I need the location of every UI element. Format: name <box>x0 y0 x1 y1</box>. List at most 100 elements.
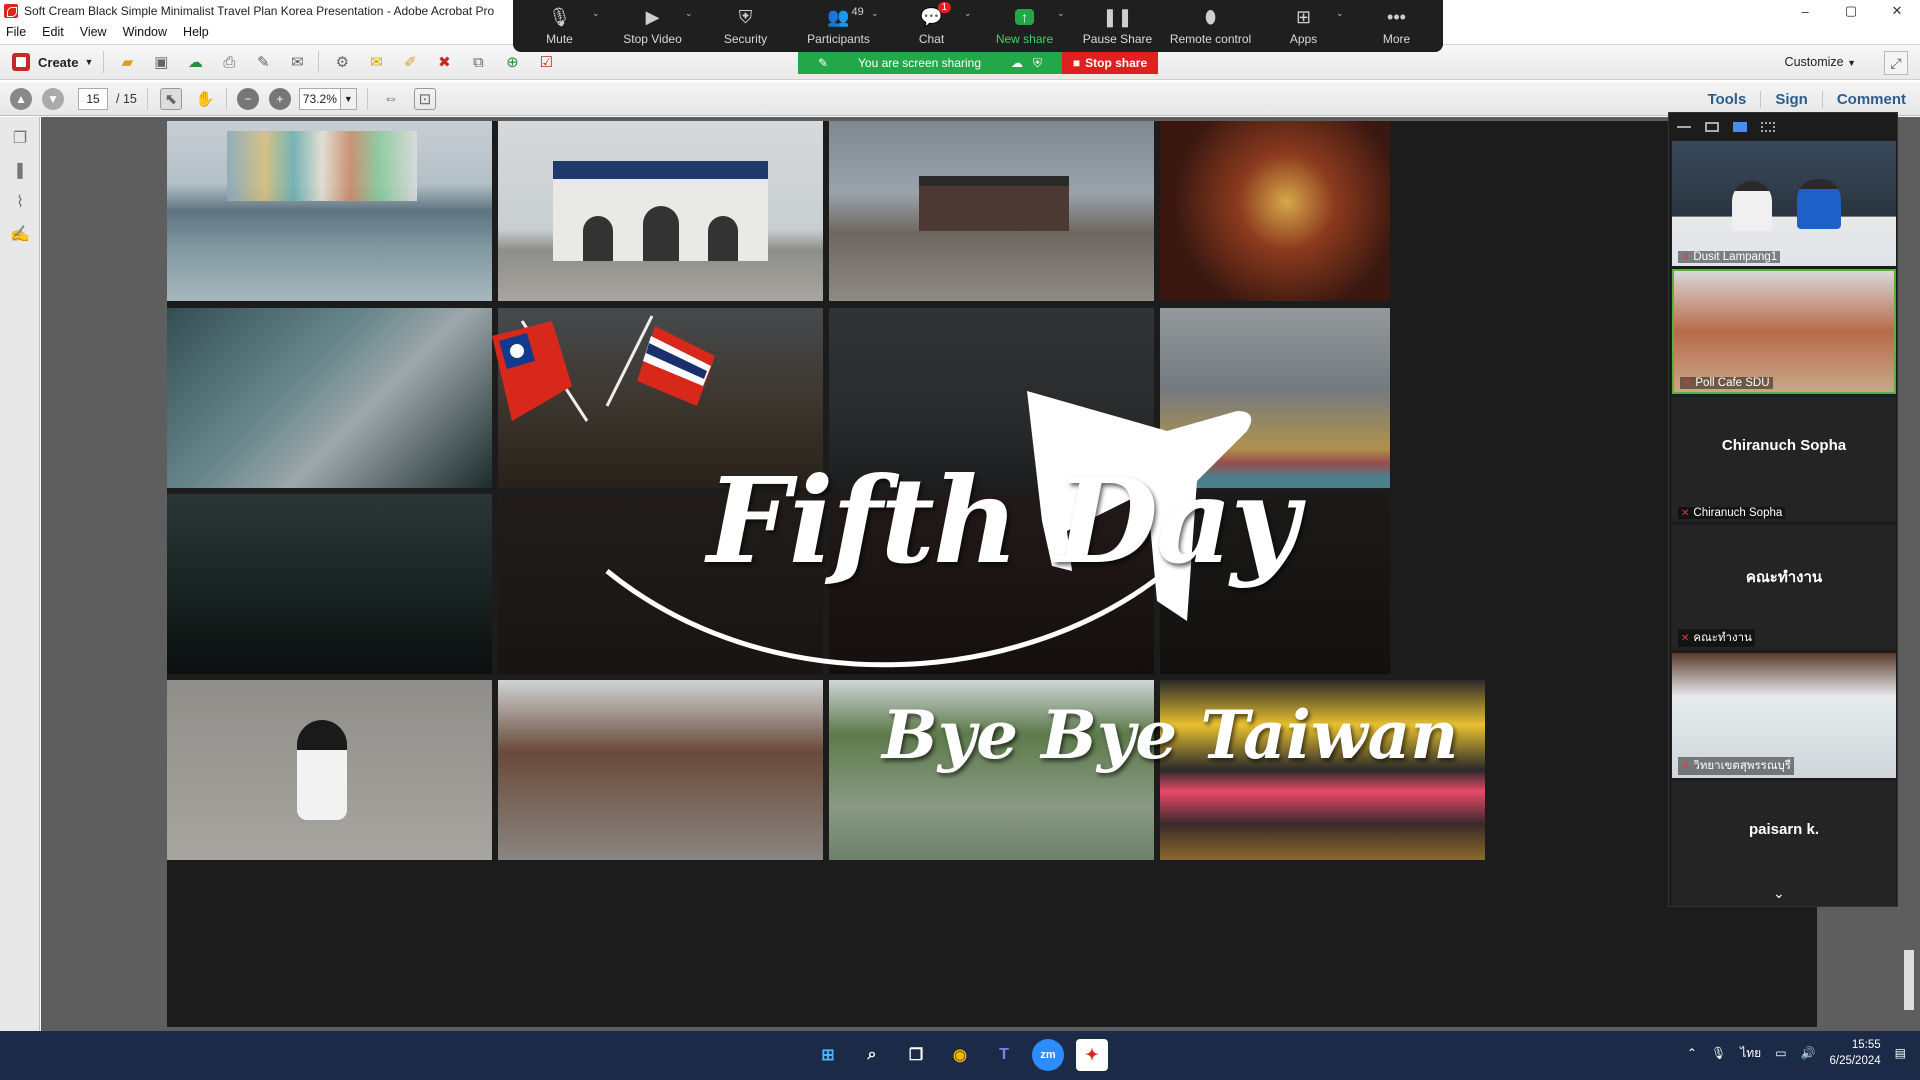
toolbar-divider <box>366 87 368 110</box>
upload-cloud-icon[interactable]: ☁ <box>184 51 206 73</box>
chevron-down-icon[interactable]: ⌄ <box>685 8 693 19</box>
input-language[interactable]: ไทย <box>1740 1044 1761 1063</box>
extract-page-icon[interactable]: ⧉ <box>467 51 489 73</box>
photo-harbor <box>167 121 492 301</box>
menu-file[interactable]: File <box>6 25 26 39</box>
create-button[interactable]: Create ▼ <box>12 53 93 71</box>
participant-tile-active-speaker[interactable]: ✕ Poll Cafe SDU <box>1672 269 1896 394</box>
menu-help[interactable]: Help <box>183 25 209 39</box>
create-label: Create <box>38 54 79 70</box>
fullscreen-icon[interactable]: ⤢ <box>1884 51 1908 75</box>
edit-document-icon[interactable]: ✎ <box>252 51 274 73</box>
page-thumbnails-icon[interactable]: ❐ <box>9 127 31 149</box>
remote-control-button[interactable]: ⬮ Remote control <box>1167 6 1255 47</box>
page-number-input[interactable]: 15 <box>78 87 108 110</box>
stop-video-button[interactable]: ▶ ⌄ Stop Video <box>609 6 697 47</box>
maximize-button[interactable]: ▢ <box>1828 0 1874 22</box>
microphone-tray-icon[interactable]: 🎙 <box>1711 1046 1726 1060</box>
comment-icon[interactable]: ✉ <box>365 51 387 73</box>
volume-icon[interactable]: 🔊 <box>1801 1046 1816 1060</box>
stop-share-label: Stop share <box>1085 56 1148 70</box>
chevron-down-icon[interactable]: ⌄ <box>871 8 879 19</box>
zoom-dropdown-icon[interactable]: ▼ <box>340 87 357 110</box>
new-share-button[interactable]: ↑ ⌄ New share <box>981 6 1069 46</box>
chevron-down-icon[interactable]: ⌄ <box>1057 8 1065 19</box>
chrome-icon[interactable]: ◉ <box>944 1039 976 1071</box>
single-view-icon[interactable] <box>1705 122 1719 132</box>
insert-page-icon[interactable]: ⊕ <box>501 51 523 73</box>
system-tray: ⌃ 🎙 ไทย ▭ 🔊 15:55 6/25/2024 ▤ <box>1687 1037 1906 1069</box>
signature-icon[interactable]: ✍ <box>9 223 31 245</box>
attachment-paperclip-icon[interactable]: ⌇ <box>9 191 31 213</box>
minimize-button[interactable]: – <box>1782 0 1828 22</box>
pause-share-button[interactable]: ❚❚ Pause Share <box>1074 6 1162 47</box>
window-controls: – ▢ ✕ <box>1782 0 1920 22</box>
slide-page: Fifth Day Bye Bye Taiwan <box>167 121 1817 1027</box>
acrobat-taskbar-icon[interactable]: ✦ <box>1076 1039 1108 1071</box>
settings-gear-icon[interactable]: ⚙ <box>331 51 353 73</box>
close-button[interactable]: ✕ <box>1874 0 1920 22</box>
task-view-icon[interactable]: ❐ <box>900 1039 932 1071</box>
tab-tools[interactable]: Tools <box>1693 91 1760 108</box>
teams-icon[interactable]: T <box>988 1039 1020 1071</box>
search-icon[interactable]: ⌕ <box>856 1039 888 1071</box>
participant-tile[interactable]: ✕ Dusit Lampang1 <box>1672 141 1896 266</box>
chevron-down-icon[interactable]: ⌄ <box>1773 885 1785 902</box>
menu-view[interactable]: View <box>80 25 107 39</box>
fit-page-icon[interactable]: ⊡ <box>413 87 436 110</box>
zoom-in-icon[interactable]: + <box>268 87 291 110</box>
strip-view-icon[interactable] <box>1733 122 1747 132</box>
participant-tile[interactable]: ✕ วิทยาเขตสุพรรณบุรี <box>1672 653 1896 778</box>
security-button[interactable]: ⛨ Security <box>702 6 790 47</box>
chevron-down-icon[interactable]: ⌄ <box>592 8 600 19</box>
zoom-out-icon[interactable]: − <box>236 87 259 110</box>
menu-window[interactable]: Window <box>123 25 167 39</box>
chat-button[interactable]: 💬 1 ⌄ Chat <box>888 2 976 46</box>
participants-button[interactable]: 👥 49 ⌄ Participants <box>795 6 883 46</box>
fit-width-icon[interactable]: ⇔ <box>380 88 402 110</box>
chevron-up-icon[interactable]: ⌃ <box>1687 1046 1697 1060</box>
minimize-view-icon[interactable] <box>1677 126 1691 128</box>
participant-tile[interactable]: คณะทำงาน ✕ คณะทำงาน <box>1672 525 1896 650</box>
chevron-down-icon[interactable]: ⌄ <box>964 8 972 19</box>
gallery-view-icon[interactable] <box>1761 122 1775 132</box>
tab-comment[interactable]: Comment <box>1821 90 1920 108</box>
zoom-app-icon[interactable]: zm <box>1032 1039 1064 1071</box>
tab-sign[interactable]: Sign <box>1760 90 1822 108</box>
mute-label: Mute <box>546 32 573 46</box>
customize-menu[interactable]: Customize ▼ <box>1785 55 1856 69</box>
right-pane-tabs: Tools Sign Comment <box>1693 82 1920 116</box>
delete-page-icon[interactable]: ✖ <box>433 51 455 73</box>
windows-start-icon[interactable]: ⊞ <box>812 1039 844 1071</box>
apps-button[interactable]: ⊞ ⌄ Apps <box>1260 6 1348 47</box>
highlight-icon[interactable]: ✐ <box>399 51 421 73</box>
network-icon[interactable]: ▭ <box>1775 1046 1786 1060</box>
security-check-icon: ⛨ <box>1033 55 1043 70</box>
participant-tile[interactable]: Chiranuch Sopha ✕ Chiranuch Sopha <box>1672 397 1896 522</box>
email-icon[interactable]: ✉ <box>286 51 308 73</box>
stop-share-button[interactable]: ■ Stop share <box>1062 52 1158 74</box>
bookmark-icon[interactable]: ❚ <box>9 159 31 181</box>
select-cursor-icon[interactable]: ⬉ <box>159 87 182 110</box>
mute-button[interactable]: 🎙 ⌄ Mute <box>516 6 604 47</box>
hand-tool-icon[interactable]: ✋ <box>194 88 216 110</box>
open-folder-icon[interactable]: ▰ <box>116 51 138 73</box>
save-icon[interactable]: ▣ <box>150 51 172 73</box>
zoom-level-input[interactable]: 73.2% <box>298 87 341 110</box>
next-page-icon[interactable]: ▼ <box>42 87 64 110</box>
previous-page-icon[interactable]: ▲ <box>10 87 32 110</box>
photo-temple-altar <box>1160 121 1390 301</box>
notification-icon[interactable]: ▤ <box>1895 1046 1906 1060</box>
vertical-scrollbar[interactable] <box>1904 950 1914 1010</box>
photo-temple-courtyard <box>829 121 1154 301</box>
more-dots-icon: ••• <box>1387 6 1406 27</box>
more-button[interactable]: ••• More <box>1353 6 1441 47</box>
toolbar-divider <box>146 87 148 110</box>
pin-icon[interactable]: ✎ <box>818 56 828 70</box>
clock[interactable]: 15:55 6/25/2024 <box>1829 1037 1880 1069</box>
form-icon[interactable]: ☑ <box>535 51 557 73</box>
menu-edit[interactable]: Edit <box>42 25 64 39</box>
create-pdf-icon <box>12 53 30 71</box>
chevron-down-icon[interactable]: ⌄ <box>1336 8 1344 19</box>
print-icon[interactable]: ⎙ <box>218 51 240 73</box>
